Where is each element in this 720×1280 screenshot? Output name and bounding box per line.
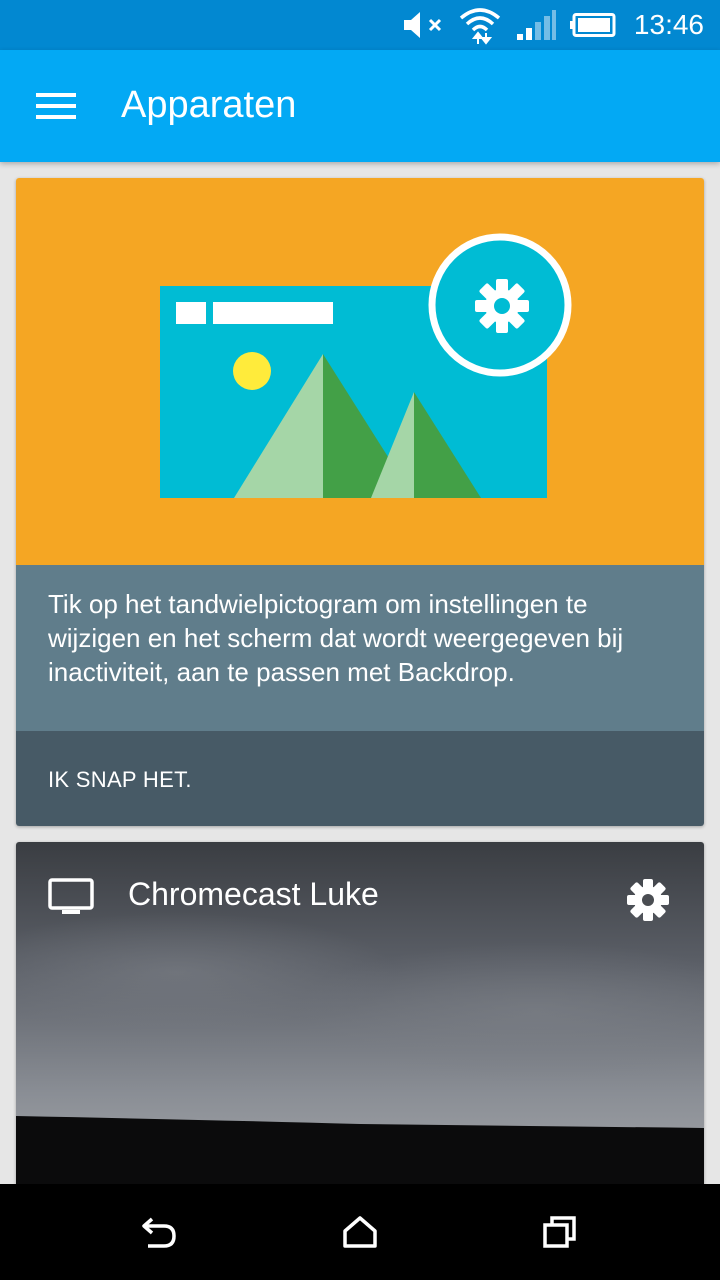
got-it-button[interactable]: IK SNAP HET. [48,767,192,793]
device-name: Chromecast Luke [128,876,379,912]
app-bar: Apparaten [0,50,720,162]
hamburger-menu-icon [36,93,76,119]
home-icon [343,1216,377,1248]
tip-message: Tik op het tandwielpictogram om instelli… [48,589,624,687]
signal-icon [516,10,556,40]
status-time: 13:46 [633,9,704,40]
gear-icon [627,879,669,921]
navigation-bar [0,1184,720,1280]
recents-button[interactable] [530,1208,590,1256]
device-card[interactable]: Chromecast Luke [16,842,704,1202]
wifi-icon [459,8,501,45]
tip-panel: Tik op het tandwielpictogram om instelli… [16,565,704,731]
menu-button[interactable] [20,78,92,134]
device-settings-button[interactable] [620,872,676,928]
recents-icon [543,1216,576,1248]
page-title: Apparaten [121,84,297,126]
action-panel: IK SNAP HET. [16,731,704,826]
back-button[interactable] [130,1208,190,1256]
battery-icon [569,13,616,37]
status-bar: 13:46 [0,0,720,50]
device-header: Chromecast Luke [16,842,704,952]
back-icon [142,1217,176,1248]
home-button[interactable] [330,1208,390,1256]
onboarding-card: Tik op het tandwielpictogram om instelli… [16,178,704,826]
backdrop-illustration [16,178,704,565]
backdrop-settings-illustration [160,233,572,498]
tv-icon [48,878,94,914]
volume-muted-icon [403,12,441,38]
